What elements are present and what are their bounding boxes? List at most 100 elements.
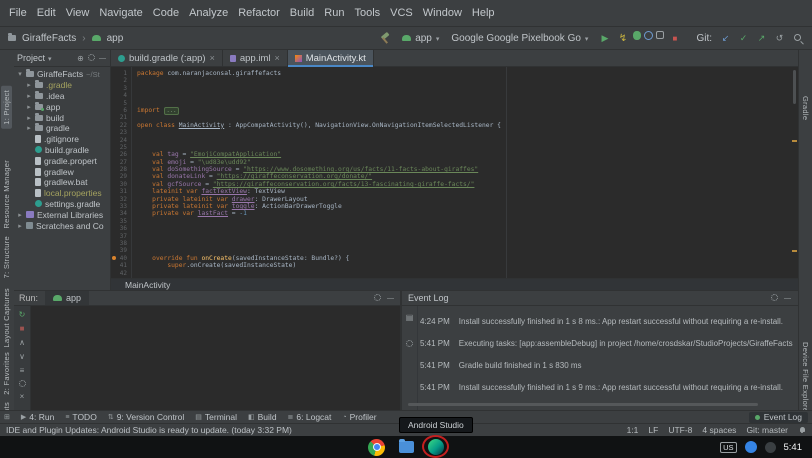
menu-item-navigate[interactable]: Navigate	[94, 5, 147, 21]
tree-item-settings-gradle[interactable]: settings.gradle	[14, 199, 110, 210]
tab-build-gradle-app[interactable]: build.gradle (:app)	[111, 50, 223, 67]
code-line[interactable]: private lateinit var toggle: ActionBarDr…	[137, 203, 793, 210]
tree-item-idea[interactable]: .idea	[14, 91, 110, 102]
code-line[interactable]	[137, 114, 793, 121]
run-config-selector[interactable]: app	[399, 32, 442, 45]
run-tab-app[interactable]: app	[45, 291, 89, 305]
status-4-spaces[interactable]: 4 spaces	[702, 425, 736, 435]
tree-item-gradle[interactable]: gradle	[14, 123, 110, 134]
code-line[interactable]	[137, 225, 793, 232]
menu-item-edit[interactable]: Edit	[32, 5, 61, 21]
hide-icon[interactable]	[98, 54, 107, 63]
keyboard-layout-badge[interactable]: US	[720, 442, 736, 453]
power-icon[interactable]	[765, 442, 776, 453]
menu-item-code[interactable]: Code	[148, 5, 184, 21]
scroll-up-icon[interactable]	[18, 338, 27, 347]
attach-debugger-icon[interactable]	[656, 31, 664, 39]
menu-item-run[interactable]: Run	[319, 5, 349, 21]
tree-item-gradlew[interactable]: gradlew	[14, 166, 110, 177]
tool-button-layout-captures[interactable]: Layout Captures	[2, 288, 11, 348]
chevron-right-icon[interactable]	[26, 103, 32, 111]
chrome-icon[interactable]	[368, 439, 385, 456]
tool-button-gradle[interactable]: Gradle	[801, 96, 810, 120]
mark-all-read-icon[interactable]	[405, 313, 414, 322]
chevron-down-icon[interactable]	[17, 70, 23, 78]
chevron-right-icon[interactable]	[26, 124, 32, 132]
menu-item-analyze[interactable]: Analyze	[184, 5, 233, 21]
settings-icon[interactable]	[88, 54, 95, 61]
android-studio-taskbar-item[interactable]	[428, 439, 444, 455]
tool-window-button-terminal[interactable]: Terminal	[195, 412, 237, 422]
hide-icon[interactable]	[386, 294, 395, 303]
tree-item-local-properties[interactable]: local.properties	[14, 188, 110, 199]
code-line[interactable]	[137, 100, 793, 107]
code-line[interactable]: val emoji = "\ud83e\udd92"	[137, 159, 793, 166]
menu-item-build[interactable]: Build	[285, 5, 319, 21]
menu-item-refactor[interactable]: Refactor	[233, 5, 285, 21]
tool-window-button-6-logcat[interactable]: 6: Logcat	[288, 412, 332, 422]
breadcrumb-class[interactable]: MainActivity	[125, 280, 170, 290]
git-commit-icon[interactable]	[736, 31, 751, 46]
code-line[interactable]: open class MainActivity : AppCompatActiv…	[137, 122, 793, 129]
code-line[interactable]: package com.naranjaconsal.giraffefacts	[137, 70, 793, 77]
tool-window-button-build[interactable]: Build	[248, 412, 277, 422]
tool-button-resource-manager[interactable]: Resource Manager	[2, 160, 11, 229]
code-line[interactable]	[137, 233, 793, 240]
code-line[interactable]	[137, 92, 793, 99]
tree-item-build[interactable]: build	[14, 112, 110, 123]
tree-item-build-gradle[interactable]: build.gradle	[14, 145, 110, 156]
tree-item-gitignore[interactable]: .gitignore	[14, 134, 110, 145]
tool-button-1-project[interactable]: 1: Project	[1, 86, 12, 129]
notification-icon[interactable]	[745, 441, 757, 453]
code-line[interactable]: lateinit var factTextView: TextView	[137, 188, 793, 195]
status-utf-8[interactable]: UTF-8	[668, 425, 692, 435]
project-panel-title[interactable]: Project	[17, 53, 45, 63]
tool-button-7-structure[interactable]: 7: Structure	[2, 236, 11, 278]
status-git-master[interactable]: Git: master	[746, 425, 788, 435]
menu-item-view[interactable]: View	[61, 5, 95, 21]
profile-icon[interactable]	[644, 31, 653, 40]
editor-scrollbar[interactable]	[793, 70, 796, 104]
stop-icon[interactable]	[18, 324, 27, 333]
apply-changes-icon[interactable]	[615, 31, 630, 46]
chevron-right-icon[interactable]	[26, 81, 32, 89]
build-hammer-icon[interactable]	[378, 31, 393, 46]
menu-item-vcs[interactable]: VCS	[385, 5, 418, 21]
locate-icon[interactable]	[76, 54, 85, 63]
run-console[interactable]	[14, 306, 400, 410]
git-push-icon[interactable]	[754, 31, 769, 46]
code-line[interactable]: val tag = "EmojiCompatApplication"	[137, 151, 793, 158]
clock[interactable]: 5:41	[784, 442, 803, 453]
code-line[interactable]: override fun onCreate(savedInstanceState…	[137, 255, 793, 262]
menu-item-window[interactable]: Window	[418, 5, 467, 21]
code-line[interactable]	[137, 77, 793, 84]
git-update-icon[interactable]	[718, 31, 733, 46]
files-icon[interactable]	[399, 441, 414, 453]
tool-window-button-todo[interactable]: TODO	[65, 412, 97, 422]
run-icon[interactable]	[597, 31, 612, 46]
tool-button-2-favorites[interactable]: 2: Favorites	[2, 352, 11, 395]
tree-item-giraffefacts[interactable]: GiraffeFacts~/St	[14, 69, 110, 80]
tree-item-app[interactable]: app	[14, 101, 110, 112]
code-line[interactable]	[137, 129, 793, 136]
status-1-1[interactable]: 1:1	[627, 425, 639, 435]
menu-item-help[interactable]: Help	[467, 5, 500, 21]
hide-icon[interactable]	[783, 294, 792, 303]
code-line[interactable]	[137, 85, 793, 92]
settings-icon[interactable]	[19, 380, 26, 387]
code-line[interactable]: val doSomethingSource = "https://www.dos…	[137, 166, 793, 173]
code-line[interactable]	[137, 137, 793, 144]
code-line[interactable]: private var lastFact = -1	[137, 210, 793, 217]
search-icon[interactable]	[793, 33, 804, 44]
code-line[interactable]: val gcfSource = "https://giraffeconserva…	[137, 181, 793, 188]
tab-app-iml[interactable]: app.iml	[223, 50, 288, 67]
scroll-down-icon[interactable]	[18, 352, 27, 361]
close-icon[interactable]	[210, 53, 215, 64]
chevron-right-icon[interactable]	[17, 211, 23, 219]
rerun-icon[interactable]	[18, 310, 27, 319]
code-line[interactable]	[137, 270, 793, 277]
status-lf[interactable]: LF	[648, 425, 658, 435]
code-line[interactable]: super.onCreate(savedInstanceState)	[137, 262, 793, 269]
tool-window-button-9-version-control[interactable]: 9: Version Control	[108, 412, 184, 422]
settings-icon[interactable]	[771, 294, 778, 301]
